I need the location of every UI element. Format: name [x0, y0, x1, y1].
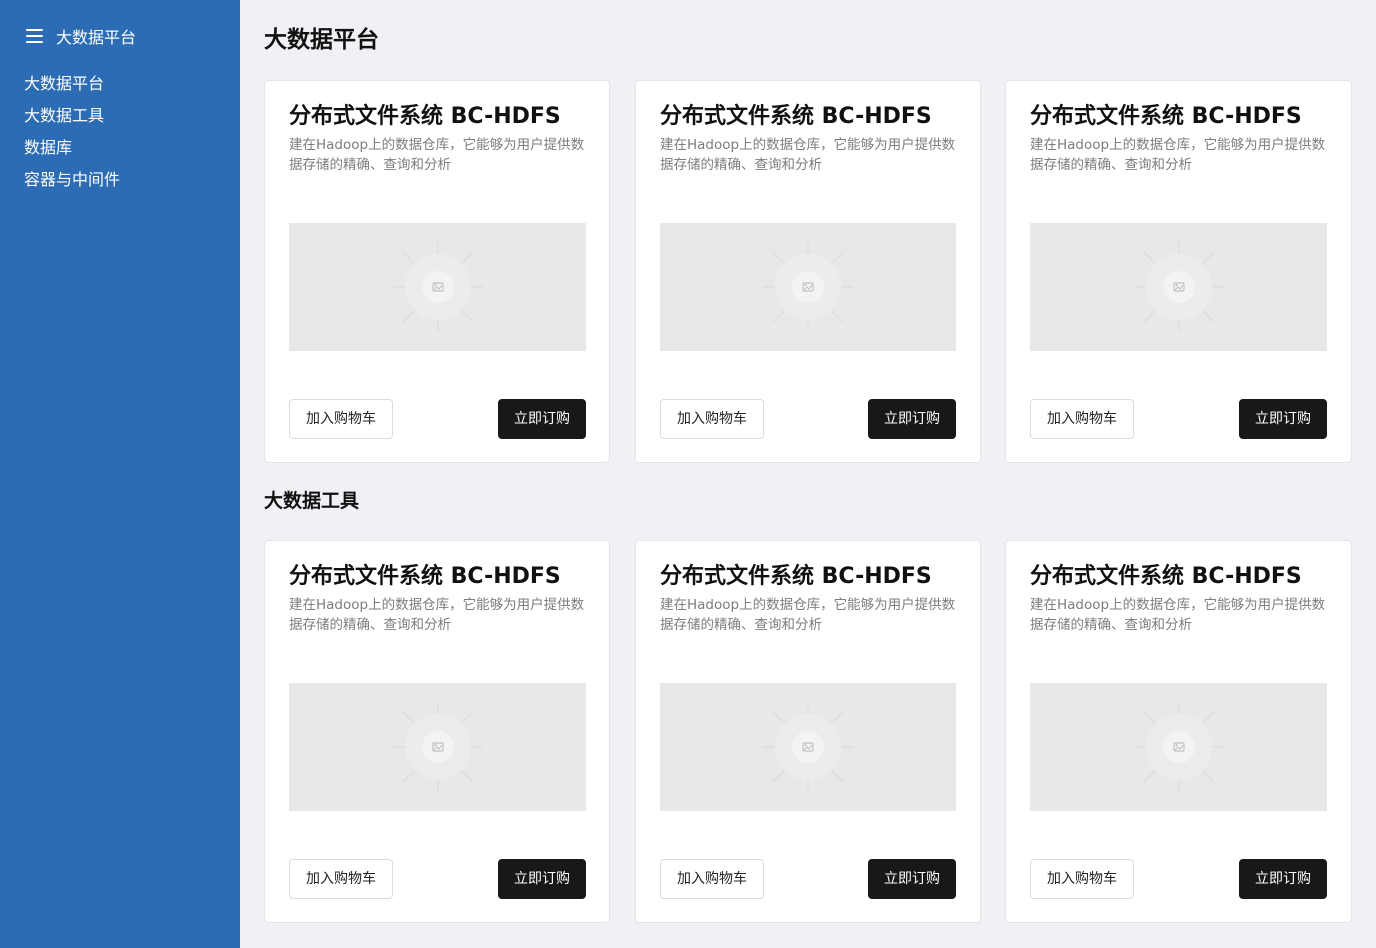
product-title: 分布式文件系统 BC-HDFS — [660, 564, 932, 589]
product-description: 建在Hadoop上的数据仓库，它能够为用户提供数据存储的精确、查询和分析 — [289, 597, 585, 633]
sidebar-item-big-data-platform[interactable]: 大数据平台 — [24, 72, 120, 104]
product-title: 分布式文件系统 BC-HDFS — [289, 104, 561, 129]
order-now-button[interactable]: 立即订购 — [868, 399, 956, 439]
product-image-placeholder — [1030, 223, 1327, 351]
image-placeholder-icon — [1133, 242, 1224, 332]
image-placeholder-icon — [1133, 702, 1224, 792]
product-title: 分布式文件系统 BC-HDFS — [1030, 104, 1302, 129]
product-image-placeholder — [289, 683, 586, 811]
section-title: 大数据工具 — [264, 490, 360, 512]
hamburger-menu-icon[interactable] — [24, 28, 46, 44]
product-card: 分布式文件系统 BC-HDFS 建在Hadoop上的数据仓库，它能够为用户提供数… — [635, 540, 981, 923]
image-placeholder-icon — [392, 242, 483, 332]
product-description: 建在Hadoop上的数据仓库，它能够为用户提供数据存储的精确、查询和分析 — [660, 137, 956, 173]
product-image-placeholder — [660, 223, 956, 351]
product-description: 建在Hadoop上的数据仓库，它能够为用户提供数据存储的精确、查询和分析 — [1030, 137, 1326, 173]
product-image-placeholder — [660, 683, 956, 811]
sidebar-header: 大数据平台 — [24, 22, 136, 50]
order-now-button[interactable]: 立即订购 — [868, 859, 956, 899]
main-content: 大数据平台 大数据工具 分布式文件系统 BC-HDFS 建在Hadoop上的数据… — [240, 0, 1376, 948]
add-to-cart-button[interactable]: 加入购物车 — [1030, 859, 1134, 899]
add-to-cart-button[interactable]: 加入购物车 — [289, 399, 393, 439]
product-image-placeholder — [289, 223, 586, 351]
order-now-button[interactable]: 立即订购 — [1239, 859, 1327, 899]
add-to-cart-button[interactable]: 加入购物车 — [660, 859, 764, 899]
image-placeholder-icon — [763, 242, 853, 332]
add-to-cart-button[interactable]: 加入购物车 — [1030, 399, 1134, 439]
sidebar-item-big-data-tools[interactable]: 大数据工具 — [24, 104, 120, 136]
sidebar-nav: 大数据平台 大数据工具 数据库 容器与中间件 — [24, 72, 120, 200]
sidebar-item-database[interactable]: 数据库 — [24, 136, 120, 168]
order-now-button[interactable]: 立即订购 — [1239, 399, 1327, 439]
product-description: 建在Hadoop上的数据仓库，它能够为用户提供数据存储的精确、查询和分析 — [660, 597, 956, 633]
page-title: 大数据平台 — [264, 27, 379, 53]
product-card: 分布式文件系统 BC-HDFS 建在Hadoop上的数据仓库，它能够为用户提供数… — [264, 80, 610, 463]
product-card: 分布式文件系统 BC-HDFS 建在Hadoop上的数据仓库，它能够为用户提供数… — [635, 80, 981, 463]
order-now-button[interactable]: 立即订购 — [498, 859, 586, 899]
sidebar-item-containers-middleware[interactable]: 容器与中间件 — [24, 168, 120, 200]
image-placeholder-icon — [392, 702, 483, 792]
product-title: 分布式文件系统 BC-HDFS — [289, 564, 561, 589]
add-to-cart-button[interactable]: 加入购物车 — [660, 399, 764, 439]
sidebar-title: 大数据平台 — [56, 28, 137, 47]
image-placeholder-icon — [763, 702, 853, 792]
product-title: 分布式文件系统 BC-HDFS — [660, 104, 932, 129]
sidebar: 大数据平台 大数据平台 大数据工具 数据库 容器与中间件 — [0, 0, 240, 948]
add-to-cart-button[interactable]: 加入购物车 — [289, 859, 393, 899]
product-description: 建在Hadoop上的数据仓库，它能够为用户提供数据存储的精确、查询和分析 — [1030, 597, 1326, 633]
product-card: 分布式文件系统 BC-HDFS 建在Hadoop上的数据仓库，它能够为用户提供数… — [1005, 540, 1352, 923]
order-now-button[interactable]: 立即订购 — [498, 399, 586, 439]
product-title: 分布式文件系统 BC-HDFS — [1030, 564, 1302, 589]
product-description: 建在Hadoop上的数据仓库，它能够为用户提供数据存储的精确、查询和分析 — [289, 137, 585, 173]
product-card: 分布式文件系统 BC-HDFS 建在Hadoop上的数据仓库，它能够为用户提供数… — [1005, 80, 1352, 463]
product-card: 分布式文件系统 BC-HDFS 建在Hadoop上的数据仓库，它能够为用户提供数… — [264, 540, 610, 923]
product-image-placeholder — [1030, 683, 1327, 811]
